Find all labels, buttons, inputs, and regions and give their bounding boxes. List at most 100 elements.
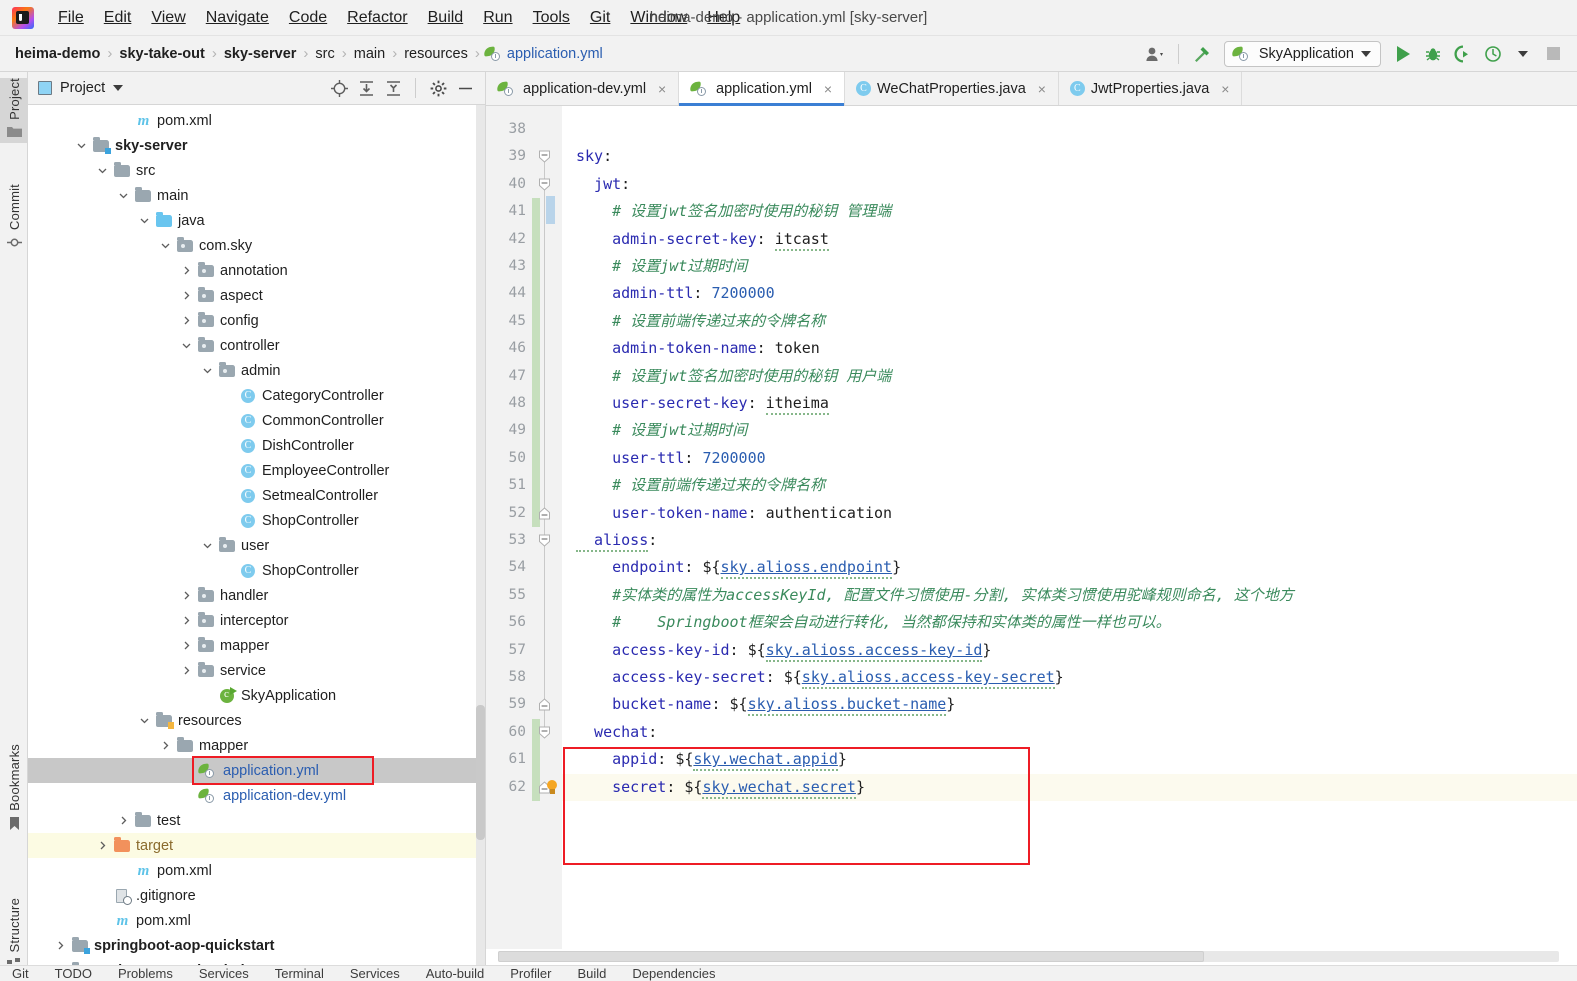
intention-bulb-icon[interactable] [545,779,559,796]
code-line-53[interactable]: alioss: [562,527,1577,554]
code-line-46[interactable]: admin-token-name: token [562,335,1577,362]
chevron-right-icon[interactable] [52,940,68,951]
stop-icon[interactable] [1539,41,1567,67]
yaml-placeholder-reference[interactable]: sky.alioss.access-key-secret [801,668,1055,689]
user-avatar-icon[interactable] [1141,41,1169,67]
editor-gutter[interactable]: 38 39 40 41 42 43 44 45 46 47 48 49 50 51 52 53 54 55 56 57… [486,106,562,949]
tree-node-shopcontroller[interactable]: C ShopController [28,558,485,583]
chevron-down-icon[interactable] [178,340,194,351]
code-line-47[interactable]: # 设置jwt签名加密时使用的秘钥 用户端 [562,363,1577,390]
code-line-48[interactable]: user-secret-key: itheima [562,390,1577,417]
tree-node-java[interactable]: java [28,208,485,233]
bottom-tool-problems[interactable]: Problems [118,966,173,981]
tree-node-springboot-aop-quickstart[interactable]: springboot-aop-quickstart [28,933,485,958]
bottom-tool-auto-build[interactable]: Auto-build [426,966,485,981]
scrollbar-thumb[interactable] [498,951,1204,962]
profiler-dropdown-icon[interactable] [1509,41,1537,67]
menu-run[interactable]: Run [473,6,522,30]
code-content[interactable]: sky: jwt: # 设置jwt签名加密时使用的秘钥 管理端 admin-se… [562,106,1577,949]
code-line-62[interactable]: secret: ${sky.wechat.secret} [562,773,1577,801]
tree-node-application-dev-yml[interactable]: application-dev.yml [28,783,485,808]
run-play-icon[interactable] [1389,41,1417,67]
editor-tab-application-dev-yml[interactable]: application-dev.yml × [486,72,680,105]
tree-node-setmealcontroller[interactable]: C SetmealController [28,483,485,508]
tree-node-employeecontroller[interactable]: C EmployeeController [28,458,485,483]
breadcrumb-item-resources[interactable]: resources [401,44,471,64]
code-line-45[interactable]: # 设置前端传递过来的令牌名称 [562,308,1577,335]
breadcrumb-item-src[interactable]: src [312,44,337,64]
code-line-50[interactable]: user-ttl: 7200000 [562,445,1577,472]
tree-node-commoncontroller[interactable]: C CommonController [28,408,485,433]
code-line-52[interactable]: user-token-name: authentication [562,500,1577,527]
chevron-down-icon[interactable] [115,190,131,201]
code-fold-collapse-icon[interactable] [538,150,551,164]
tree-node-com-sky[interactable]: com.sky [28,233,485,258]
menu-window[interactable]: Window [620,6,697,30]
code-fold-collapse-icon[interactable] [538,178,551,191]
run-with-coverage-icon[interactable] [1449,41,1477,67]
menu-build[interactable]: Build [418,6,474,30]
tree-node-aspect[interactable]: aspect [28,283,485,308]
project-tree-scrollbar[interactable] [476,105,485,965]
breadcrumb-item-sky-server[interactable]: sky-server [221,44,300,64]
chevron-down-icon[interactable] [199,540,215,551]
tree-node-springboot-web-admin[interactable]: SpringBoot-web-admin [28,958,485,965]
code-line-60[interactable]: wechat: [562,719,1577,746]
hide-panel-icon[interactable] [453,76,477,100]
chevron-right-icon[interactable] [178,640,194,651]
tree-node-sky-server[interactable]: sky-server [28,133,485,158]
code-fold-collapse-icon[interactable] [538,534,551,547]
run-configuration-selector[interactable]: SkyApplication [1223,40,1381,67]
tool-window-bookmarks[interactable]: Bookmarks [0,744,28,836]
breadcrumb-item-project[interactable]: heima-demo [12,44,103,64]
chevron-right-icon[interactable] [115,815,131,826]
yaml-placeholder-reference[interactable]: sky.alioss.endpoint [720,558,893,580]
bottom-tool-profiler[interactable]: Profiler [510,966,551,981]
code-line-56[interactable]: # Springboot框架会自动进行转化, 当然都保持和实体类的属性一样也可以… [562,609,1577,636]
yaml-placeholder-reference[interactable]: sky.alioss.bucket-name [747,695,947,717]
code-line-57[interactable]: access-key-id: ${sky.alioss.access-key-i… [562,637,1577,664]
chevron-right-icon[interactable] [178,615,194,626]
tree-node-application-yml[interactable]: application.yml [28,758,485,783]
tree-node-service[interactable]: service [28,658,485,683]
chevron-right-icon[interactable] [157,740,173,751]
breadcrumb-item-application-yml[interactable]: application.yml [504,44,606,64]
tree-node-shopcontroller[interactable]: C ShopController [28,508,485,533]
yaml-placeholder-reference[interactable]: sky.alioss.access-key-id [765,640,983,662]
tree-node-interceptor[interactable]: interceptor [28,608,485,633]
menu-code[interactable]: Code [279,6,337,30]
code-line-59[interactable]: bucket-name: ${sky.alioss.bucket-name} [562,691,1577,718]
breadcrumb-item-main[interactable]: main [351,44,388,64]
menu-file[interactable]: File [48,6,94,30]
collapse-all-icon[interactable] [381,76,405,100]
code-line-43[interactable]: # 设置jwt过期时间 [562,253,1577,280]
editor-tab-jwtproperties-java[interactable]: C JwtProperties.java × [1058,72,1243,105]
editor-tab-wechatproperties-java[interactable]: C WeChatProperties.java × [844,72,1059,105]
chevron-right-icon[interactable] [178,290,194,301]
chevron-down-icon[interactable] [157,240,173,251]
tree-node-pom-xml[interactable]: m pom.xml [28,908,485,933]
close-icon[interactable]: × [655,81,669,97]
tree-node-categorycontroller[interactable]: C CategoryController [28,383,485,408]
tree-node-config[interactable]: config [28,308,485,333]
scroll-from-source-icon[interactable] [327,76,351,100]
build-hammer-icon[interactable] [1188,41,1216,67]
tree-node-annotation[interactable]: annotation [28,258,485,283]
chevron-down-icon[interactable] [73,140,89,151]
chevron-right-icon[interactable] [178,315,194,326]
code-line-58[interactable]: access-key-secret: ${sky.alioss.access-k… [562,664,1577,691]
bottom-tool-terminal[interactable]: Terminal [275,966,324,981]
tree-node-dishcontroller[interactable]: C DishController [28,433,485,458]
code-line-40[interactable]: jwt: [562,171,1577,198]
bottom-tool-todo[interactable]: TODO [55,966,92,981]
chevron-down-icon[interactable] [199,365,215,376]
code-line-38[interactable] [562,116,1577,143]
tree-node-src[interactable]: src [28,158,485,183]
code-line-51[interactable]: # 设置前端传递过来的令牌名称 [562,472,1577,499]
yaml-placeholder-reference[interactable]: sky.wechat.appid [693,750,838,772]
chevron-down-icon[interactable] [94,165,110,176]
bottom-tool-services[interactable]: Services [199,966,249,981]
tree-node-target[interactable]: target [28,833,485,858]
editor-tab-application-yml[interactable]: application.yml × [679,72,845,106]
profiler-icon[interactable] [1479,41,1507,67]
